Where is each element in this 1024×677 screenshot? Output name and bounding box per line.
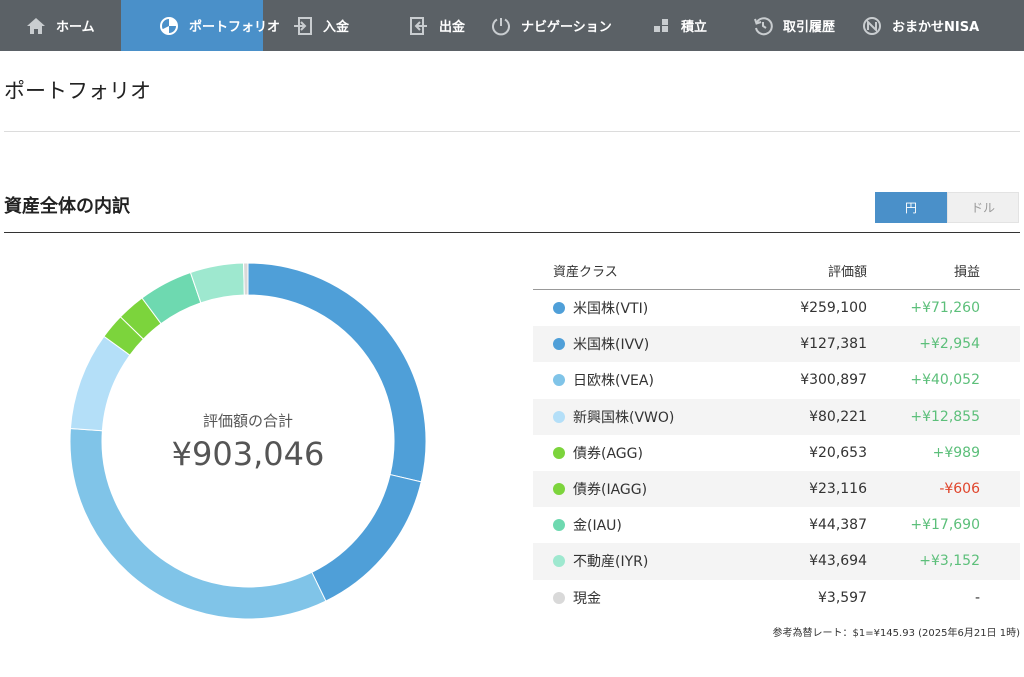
currency-toggle: 円 ドル bbox=[875, 192, 1020, 223]
nav-item-label: 積立 bbox=[681, 20, 708, 35]
nav-item-withdraw[interactable]: 出金 bbox=[383, 0, 477, 51]
profit-loss-cell: +¥40,052 bbox=[910, 372, 980, 389]
asset-class-name: 不動産(IYR) bbox=[573, 554, 649, 571]
header-value: 評価額 bbox=[827, 264, 867, 280]
profit-loss-cell: +¥3,152 bbox=[919, 553, 980, 570]
asset-class-name: 現金 bbox=[573, 590, 601, 607]
profit-loss-cell: +¥989 bbox=[932, 444, 980, 461]
valuation-cell: ¥127,381 bbox=[800, 336, 867, 353]
table-row: 米国株(IVV) ¥127,381 +¥2,954 bbox=[533, 326, 1020, 363]
nav-item-history[interactable]: 取引履歴 bbox=[749, 0, 862, 51]
exchange-rate-note: 参考為替レート：$1=¥145.93 (2025年6月21日 1時) bbox=[772, 628, 1020, 639]
section-title: 資産全体の内訳 bbox=[4, 196, 130, 217]
nav-item-label: おまかせNISA bbox=[892, 20, 980, 35]
dollar-toggle-button[interactable]: ドル bbox=[947, 192, 1019, 223]
legend-dot bbox=[553, 591, 565, 604]
table-header: 資産クラス 評価額 損益 bbox=[533, 251, 1020, 290]
home-icon bbox=[26, 16, 46, 36]
table-row: 債券(IAGG) ¥23,116 -¥606 bbox=[533, 470, 1020, 508]
withdraw-icon bbox=[409, 16, 429, 36]
section-divider bbox=[4, 232, 1020, 233]
legend-dot bbox=[553, 410, 565, 423]
navigation-icon bbox=[491, 16, 511, 36]
asset-class-name: 新興国株(VWO) bbox=[573, 409, 675, 426]
asset-table: 資産クラス 評価額 損益 米国株(VTI) ¥259,100 +¥71,260 米国株… bbox=[533, 251, 1020, 616]
table-row: 新興国株(VWO) ¥80,221 +¥12,855 bbox=[533, 398, 1020, 435]
page-title: ポートフォリオ bbox=[4, 79, 151, 103]
table-row: 現金 ¥3,597 - bbox=[533, 580, 1020, 616]
asset-class-cell: 債券(IAGG) bbox=[533, 479, 767, 499]
nav-item-deposit[interactable]: 入金 bbox=[263, 0, 383, 51]
table-row: 米国株(VTI) ¥259,100 +¥71,260 bbox=[533, 290, 1020, 326]
top-nav: ホーム ポートフォリオ 入金 出金 ナビゲーション 積立 取引履歴 おまかせNI… bbox=[0, 0, 1024, 51]
asset-class-name: 債券(AGG) bbox=[573, 445, 643, 462]
legend-dot bbox=[553, 302, 565, 315]
asset-class-cell: 日欧株(VEA) bbox=[533, 370, 767, 390]
asset-class-cell: 新興国株(VWO) bbox=[533, 407, 767, 427]
nav-item-navigation[interactable]: ナビゲーション bbox=[477, 0, 647, 51]
nisa-icon bbox=[862, 16, 882, 36]
valuation-cell: ¥43,694 bbox=[809, 553, 867, 570]
asset-class-cell: 米国株(IVV) bbox=[533, 334, 767, 354]
donut-slice bbox=[70, 427, 327, 619]
profit-loss-cell: +¥71,260 bbox=[910, 300, 980, 317]
asset-class-name: 米国株(IVV) bbox=[573, 337, 650, 354]
donut-slice bbox=[243, 263, 249, 296]
legend-dot bbox=[553, 338, 565, 351]
table-row: 日欧株(VEA) ¥300,897 +¥40,052 bbox=[533, 362, 1020, 398]
nav-item-portfolio[interactable]: ポートフォリオ bbox=[121, 0, 280, 51]
yen-toggle-button[interactable]: 円 bbox=[875, 192, 947, 223]
table-row: 債券(AGG) ¥20,653 +¥989 bbox=[533, 435, 1020, 471]
profit-loss-cell: - bbox=[974, 589, 980, 606]
valuation-cell: ¥259,100 bbox=[800, 300, 867, 317]
profit-loss-cell: +¥17,690 bbox=[910, 517, 980, 534]
donut-slice bbox=[311, 473, 422, 602]
profit-loss-cell: +¥12,855 bbox=[910, 408, 980, 425]
legend-dot bbox=[553, 374, 565, 387]
valuation-cell: ¥300,897 bbox=[800, 372, 867, 389]
valuation-cell: ¥23,116 bbox=[809, 481, 867, 498]
header-profit-loss: 損益 bbox=[953, 264, 980, 280]
nav-item-label: 出金 bbox=[439, 20, 466, 35]
legend-dot bbox=[553, 483, 565, 496]
valuation-cell: ¥20,653 bbox=[809, 444, 867, 461]
valuation-cell: ¥3,597 bbox=[818, 589, 867, 606]
nav-item-nisa[interactable]: おまかせNISA bbox=[862, 0, 1024, 51]
nav-item-home[interactable]: ホーム bbox=[0, 0, 121, 51]
nav-item-label: ナビゲーション bbox=[521, 20, 612, 35]
asset-class-cell: 金(IAU) bbox=[533, 515, 767, 535]
nav-item-label: ホーム bbox=[56, 20, 95, 35]
divider bbox=[4, 131, 1020, 132]
allocation-donut-chart bbox=[70, 263, 426, 619]
legend-dot bbox=[553, 446, 565, 459]
nav-item-accumulate[interactable]: 積立 bbox=[647, 0, 749, 51]
table-body: 米国株(VTI) ¥259,100 +¥71,260 米国株(IVV) ¥127,381… bbox=[533, 290, 1020, 616]
donut-slice bbox=[189, 263, 245, 304]
legend-dot bbox=[553, 519, 565, 532]
asset-class-cell: 現金 bbox=[533, 588, 767, 608]
blocks-icon bbox=[651, 16, 671, 36]
nav-item-label: 取引履歴 bbox=[783, 20, 836, 35]
asset-class-name: 金(IAU) bbox=[573, 518, 622, 535]
legend-dot bbox=[553, 555, 565, 568]
pie-chart-icon bbox=[159, 16, 179, 36]
donut-slice bbox=[247, 263, 426, 483]
valuation-cell: ¥44,387 bbox=[809, 517, 867, 534]
profit-loss-cell: +¥2,954 bbox=[919, 336, 980, 353]
asset-class-name: 日欧株(VEA) bbox=[573, 373, 654, 390]
valuation-cell: ¥80,221 bbox=[809, 408, 867, 425]
history-icon bbox=[753, 16, 773, 36]
nav-item-label: 入金 bbox=[323, 20, 350, 35]
asset-class-cell: 米国株(VTI) bbox=[533, 298, 767, 318]
asset-class-name: 米国株(VTI) bbox=[573, 301, 649, 318]
asset-class-cell: 不動産(IYR) bbox=[533, 551, 767, 571]
donut-slice bbox=[70, 335, 131, 432]
deposit-icon bbox=[293, 16, 313, 36]
table-row: 金(IAU) ¥44,387 +¥17,690 bbox=[533, 507, 1020, 543]
header-asset-class: 資産クラス bbox=[553, 264, 618, 280]
profit-loss-cell: -¥606 bbox=[939, 481, 980, 498]
table-row: 不動産(IYR) ¥43,694 +¥3,152 bbox=[533, 543, 1020, 580]
asset-class-cell: 債券(AGG) bbox=[533, 443, 767, 463]
asset-class-name: 債券(IAGG) bbox=[573, 482, 648, 499]
